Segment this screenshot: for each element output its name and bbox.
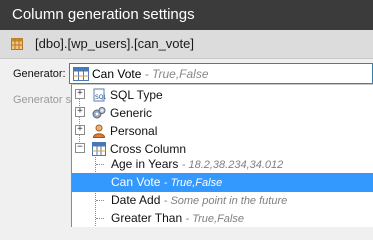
cross-column-expander[interactable]: − [75, 143, 85, 153]
tree-guide-line [96, 218, 104, 219]
cross-column-icon [73, 67, 89, 81]
tree-guide-line [96, 164, 104, 165]
item-name: Can Vote [111, 175, 161, 189]
generator-selected-sample: - True,False [144, 67, 209, 81]
column-path-bar: [dbo].[wp_users].[can_vote] [0, 30, 373, 59]
tree-item-date-add[interactable]: Date Add - Some point in the future [111, 193, 287, 207]
item-name: Date Add [111, 193, 161, 207]
item-name: Age in Years [111, 157, 179, 171]
generator-selected-name: Can Vote [92, 67, 142, 81]
item-name: Greater Than [111, 211, 183, 225]
generator-settings-label: Generator s [13, 94, 72, 106]
item-sample: - True,False [163, 177, 223, 189]
category-personal[interactable]: Personal [110, 124, 157, 138]
person-icon [92, 124, 106, 138]
column-path: [dbo].[wp_users].[can_vote] [35, 36, 194, 51]
generator-dropdown-tree[interactable]: + SQL SQL Type + Generic + Personal − Cr… [71, 84, 373, 227]
generator-combobox[interactable]: Can Vote - True,False [69, 63, 373, 84]
tree-item-greater-than[interactable]: Greater Than - True,False [111, 211, 244, 225]
sql-type-expander[interactable]: + [75, 89, 85, 99]
tree-item-can-vote[interactable]: Can Vote - True,False [111, 175, 222, 189]
svg-text:SQL: SQL [95, 94, 106, 101]
generator-label: Generator: [13, 68, 66, 80]
gears-icon [92, 107, 106, 119]
generator-value: Can Vote - True,False [92, 67, 209, 81]
personal-expander[interactable]: + [75, 125, 85, 135]
item-sample: - 18.2,38.234,34.012 [181, 159, 284, 171]
category-sql-type[interactable]: SQL Type [110, 88, 163, 102]
tree-guide-line [95, 157, 96, 227]
cross-column-icon [92, 142, 106, 156]
generic-expander[interactable]: + [75, 107, 85, 117]
tree-guide-line [96, 200, 104, 201]
category-cross-column[interactable]: Cross Column [110, 142, 186, 156]
item-sample: - Some point in the future [163, 195, 288, 207]
table-icon [11, 38, 23, 50]
tree-item-age-in-years[interactable]: Age in Years - 18.2,38.234,34.012 [111, 157, 283, 171]
sql-type-icon: SQL [93, 88, 106, 102]
dialog-title: Column generation settings [0, 0, 373, 30]
category-generic[interactable]: Generic [110, 106, 152, 120]
item-sample: - True,False [185, 213, 244, 225]
